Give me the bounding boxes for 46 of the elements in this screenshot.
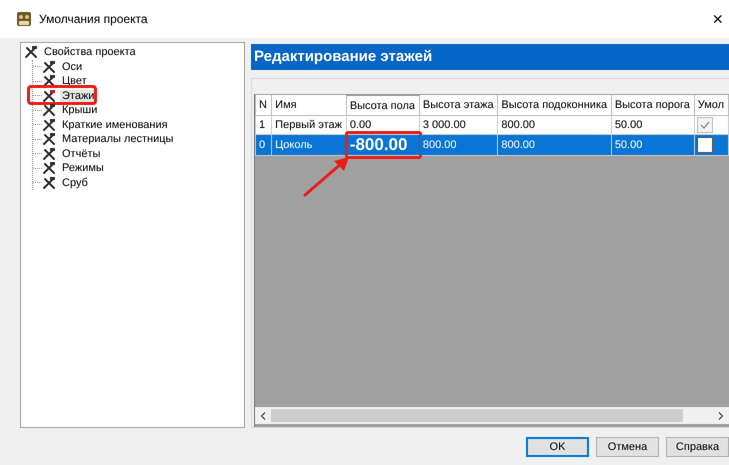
tree-item[interactable]: Сруб [60,176,90,189]
tools-icon [42,146,56,161]
close-button[interactable]: × [712,10,723,28]
table-cell: 3 000.00 [422,119,466,131]
scrollbar-thumb[interactable] [271,409,683,422]
tree-item[interactable]: Режимы [60,162,106,174]
table-cell: Первый этаж [275,119,342,131]
table-cell: 0.00 [350,119,372,131]
table-cell: 800.00 [422,139,457,151]
tools-icon [24,45,38,60]
tools-icon [42,132,56,146]
checkmark-icon [698,119,711,131]
table-cell: -800.00 [350,135,408,154]
table-cell: 50.00 [614,139,642,151]
section-header: Редактирование этажей [251,44,729,70]
table-cell: 800.00 [501,139,536,151]
dialog-button[interactable]: Отмена [596,437,659,457]
table-cell: 0 [259,139,266,151]
table-cell: 800.00 [501,119,536,131]
tools-icon [42,88,56,103]
dialog-button[interactable]: Справка [666,437,729,457]
table-row[interactable]: 0 Цоколь -800.00 800.00 800.00 50.00 [256,134,728,156]
tree-item[interactable]: Оси [60,60,84,73]
table-cell: Цоколь [275,139,312,151]
tools-icon [42,60,56,74]
tools-icon [42,161,56,176]
checkbox[interactable] [696,137,713,153]
table-cell: 50.00 [614,119,642,131]
app-icon [16,11,32,27]
tree-item[interactable]: Отчёты [60,148,102,160]
table-row[interactable]: 1 Первый этаж 0.00 3 000.00 800.00 50.00 [256,116,728,134]
scroll-right-icon[interactable] [718,412,724,420]
tree-item[interactable]: Материалы лестницы [60,133,176,146]
tree-item[interactable]: Крыши [60,104,100,116]
tree-item[interactable]: Цвет [60,75,89,88]
column-header[interactable]: Имя [275,99,297,111]
tree-item[interactable]: Свойства проекта [42,46,138,58]
tree-item[interactable]: Этажи [60,90,96,102]
tools-icon [42,118,56,132]
table-cell: 1 [259,119,266,131]
tools-icon [42,176,56,190]
window-title: Умолчания проекта [39,12,149,26]
tree-item[interactable]: Краткие именования [60,118,170,131]
tools-icon [42,103,56,118]
scroll-left-icon[interactable] [260,412,266,420]
dialog-button[interactable]: OK [526,437,589,457]
